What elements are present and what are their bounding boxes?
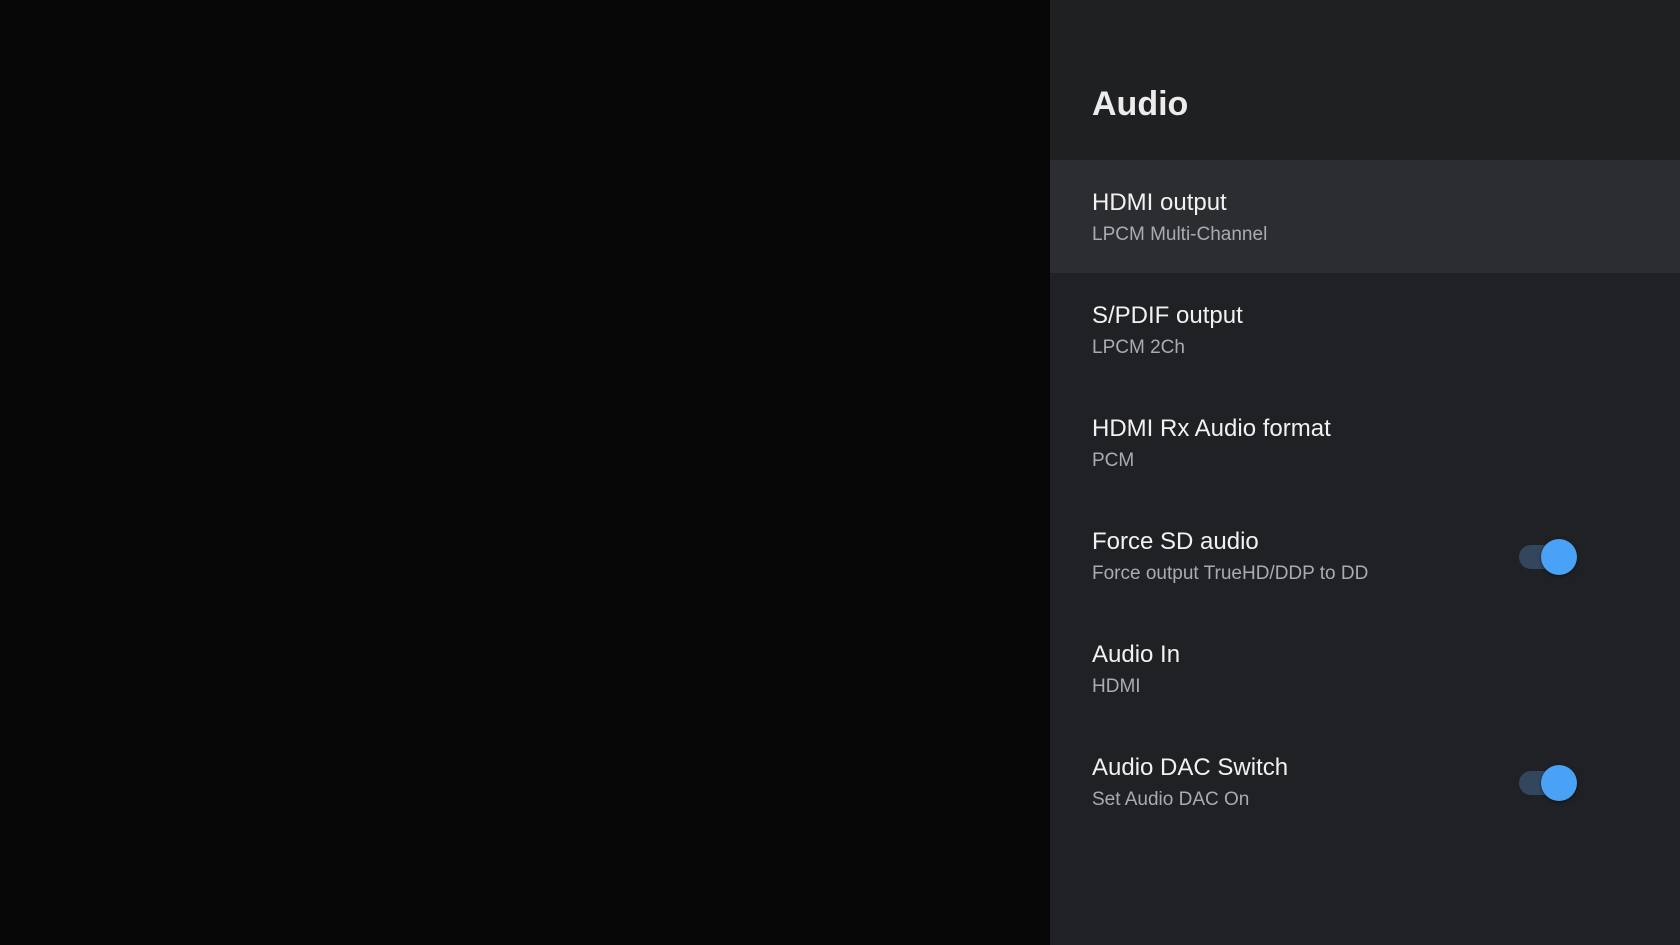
setting-force-sd-audio[interactable]: Force SD audio Force output TrueHD/DDP t…	[1050, 499, 1680, 612]
panel-header: Audio	[1050, 0, 1680, 160]
setting-value: LPCM 2Ch	[1092, 337, 1185, 358]
setting-title: Audio In	[1092, 641, 1181, 668]
setting-description: Set Audio DAC On	[1092, 789, 1250, 810]
setting-title: Audio DAC Switch	[1092, 754, 1289, 781]
setting-value: LPCM Multi-Channel	[1092, 224, 1268, 245]
screen: Audio HDMI output LPCM Multi-Channel S/P…	[0, 0, 1680, 945]
audio-dac-switch-toggle[interactable]	[1519, 765, 1579, 801]
setting-title: HDMI output	[1092, 189, 1227, 216]
setting-title: HDMI Rx Audio format	[1092, 415, 1331, 442]
toggle-thumb	[1541, 765, 1577, 801]
setting-value: HDMI	[1092, 676, 1141, 697]
setting-spdif-output[interactable]: S/PDIF output LPCM 2Ch	[1050, 273, 1680, 386]
setting-hdmi-rx-audio-format[interactable]: HDMI Rx Audio format PCM	[1050, 386, 1680, 499]
page-title: Audio	[1092, 85, 1189, 123]
setting-title: Force SD audio	[1092, 528, 1259, 555]
background-area	[0, 0, 1050, 945]
setting-hdmi-output[interactable]: HDMI output LPCM Multi-Channel	[1050, 160, 1680, 273]
setting-audio-in[interactable]: Audio In HDMI	[1050, 612, 1680, 725]
force-sd-audio-toggle[interactable]	[1519, 539, 1579, 575]
audio-settings-panel: Audio HDMI output LPCM Multi-Channel S/P…	[1050, 0, 1680, 945]
setting-title: S/PDIF output	[1092, 302, 1243, 329]
setting-value: PCM	[1092, 450, 1135, 471]
setting-audio-dac-switch[interactable]: Audio DAC Switch Set Audio DAC On	[1050, 725, 1680, 838]
settings-list: HDMI output LPCM Multi-Channel S/PDIF ou…	[1050, 160, 1680, 838]
toggle-thumb	[1541, 539, 1577, 575]
setting-description: Force output TrueHD/DDP to DD	[1092, 563, 1369, 584]
